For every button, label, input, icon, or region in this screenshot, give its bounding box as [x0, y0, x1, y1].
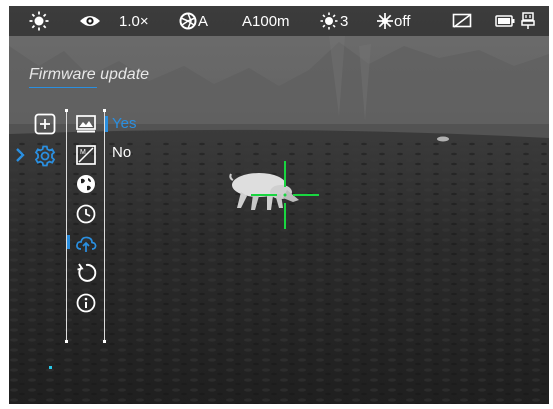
picture-icon[interactable] — [75, 113, 97, 135]
svg-text:M: M — [80, 149, 86, 156]
sun-icon — [29, 6, 49, 36]
ir-icon — [377, 13, 393, 29]
frame-corner — [65, 340, 68, 343]
calibration-mode: A — [179, 6, 208, 36]
option-no[interactable]: No — [112, 144, 131, 161]
contrast-sun-icon — [320, 12, 338, 30]
aperture-icon — [179, 12, 197, 30]
status-bar: 1.0× A A100m 3 off — [9, 6, 549, 36]
contrast-level: 3 — [340, 12, 349, 30]
battery-icon — [495, 6, 515, 36]
globe-icon[interactable] — [75, 173, 97, 195]
submenu-right-border — [104, 110, 105, 342]
indicator-dot — [49, 366, 52, 369]
frame-corner — [65, 109, 68, 112]
external-power-icon — [521, 6, 535, 36]
calibration-mode-label: A — [198, 12, 209, 30]
option-selection-marker — [105, 116, 108, 132]
chevron-right-icon — [16, 148, 25, 162]
contrast-readout: 3 — [320, 6, 348, 36]
zoom-readout: 1.0× — [119, 12, 149, 30]
ir-illuminator-status: off — [376, 6, 410, 36]
calibration-icon[interactable]: M — [75, 144, 97, 166]
eye-icon — [79, 6, 101, 36]
frame-corner — [103, 340, 106, 343]
rangefinder-readout: A100m — [242, 12, 290, 30]
reset-icon[interactable] — [75, 262, 97, 284]
thermal-viewfinder: 1.0× A A100m 3 off Firmware update M Yes… — [9, 6, 549, 404]
info-icon[interactable] — [75, 292, 97, 314]
submenu-left-border — [66, 110, 67, 342]
plus-box-icon[interactable] — [33, 112, 57, 136]
option-yes[interactable]: Yes — [112, 115, 136, 132]
ir-illuminator-value: off — [394, 12, 411, 30]
cloud-upload-icon[interactable] — [75, 233, 97, 255]
menu-title: Firmware update — [29, 66, 150, 83]
gear-icon[interactable] — [33, 144, 57, 168]
menu-selection-marker — [67, 235, 70, 249]
display-off-icon — [452, 6, 472, 36]
title-underline — [29, 87, 97, 88]
clock-icon[interactable] — [75, 203, 97, 225]
frame-corner — [103, 109, 106, 112]
